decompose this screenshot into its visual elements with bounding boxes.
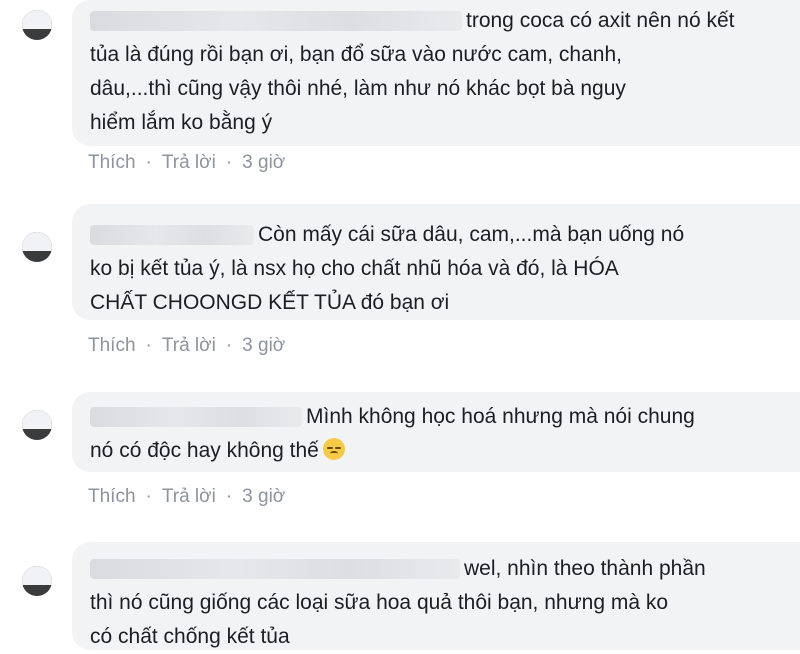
separator-dot: ·	[145, 335, 152, 356]
comment-text-line: ko bị kết tủa ý, là nsx họ cho chất nhũ …	[90, 257, 619, 280]
separator-dot: ·	[225, 152, 233, 173]
comment-text-line: hiểm lắm ko bằng ý	[90, 111, 273, 134]
comment-text-line: thì nó cũng giống các loại sữa hoa quả t…	[90, 591, 669, 614]
comment-text-line: có chất chống kết tủa	[90, 625, 290, 648]
comment-text-line: CHẤT CHOONGD KẾT TỦA đó bạn ơi	[90, 291, 450, 314]
comment-actions: Thích · Trả lời · 3 giờ	[88, 486, 285, 508]
blurred-author-name[interactable]	[90, 11, 462, 32]
comment-text-line: Mình không học hoá nhưng mà nói chung	[306, 405, 695, 428]
separator-dot: ·	[225, 486, 233, 507]
reply-link[interactable]: Trả lời	[162, 335, 216, 357]
separator-dot: ·	[145, 152, 152, 173]
comment-actions: Thích · Trả lời · 3 giờ	[88, 335, 285, 357]
avatar[interactable]	[22, 566, 52, 596]
reply-link[interactable]: Trả lời	[162, 486, 216, 508]
comment-text-line: nó có độc hay không thế	[90, 439, 319, 462]
like-link[interactable]: Thích	[88, 335, 136, 357]
avatar[interactable]	[22, 410, 52, 440]
comment-bubble: wel, nhìn theo thành phần thì nó cũng gi…	[72, 542, 800, 650]
blurred-author-name[interactable]	[90, 559, 460, 580]
comment-text-line: wel, nhìn theo thành phần	[464, 557, 706, 580]
reply-link[interactable]: Trả lời	[162, 152, 216, 174]
disappointed-face-icon	[322, 438, 345, 460]
comment-actions: Thích · Trả lời · 3 giờ	[88, 152, 285, 174]
separator-dot: ·	[225, 335, 233, 356]
timestamp[interactable]: 3 giờ	[242, 152, 285, 174]
comment-text-line: trong coca có axit nên nó kết	[466, 9, 735, 32]
avatar[interactable]	[22, 232, 52, 262]
timestamp[interactable]: 3 giờ	[242, 335, 285, 357]
blurred-author-name[interactable]	[90, 407, 302, 428]
comment-bubble: trong coca có axit nên nó kết tủa là đún…	[72, 0, 800, 146]
timestamp[interactable]: 3 giờ	[242, 486, 285, 508]
blurred-author-name[interactable]	[90, 225, 254, 246]
like-link[interactable]: Thích	[88, 486, 136, 508]
comment-bubble: Mình không học hoá nhưng mà nói chung nó…	[72, 392, 800, 472]
separator-dot: ·	[145, 486, 152, 507]
comment-bubble: Còn mấy cái sữa dâu, cam,...mà bạn uống …	[72, 204, 800, 320]
comment-text-line: tủa là đúng rồi bạn ơi, bạn đổ sữa vào n…	[90, 43, 622, 66]
comment-text-line: dâu,...thì cũng vậy thôi nhé, làm như nó…	[90, 77, 626, 100]
comment-text-line: Còn mấy cái sữa dâu, cam,...mà bạn uống …	[258, 223, 685, 246]
avatar[interactable]	[22, 10, 52, 40]
like-link[interactable]: Thích	[88, 152, 136, 174]
